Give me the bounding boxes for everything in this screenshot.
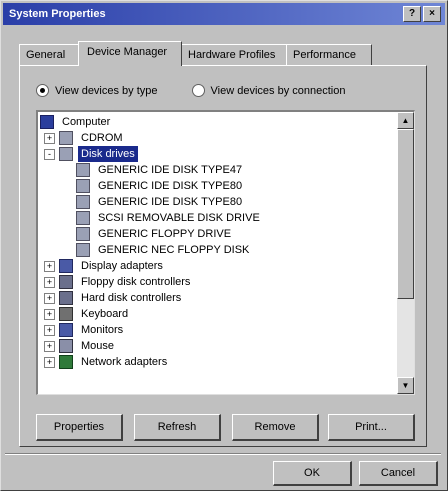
expand-icon[interactable]: + [44,132,55,144]
tree-item-hard-disk-controllers[interactable]: + Hard disk controllers [44,290,184,306]
tree-item-disk[interactable]: GENERIC NEC FLOPPY DISK [76,242,252,258]
scroll-up-icon[interactable]: ▲ [397,112,414,129]
keyboard-icon [59,307,73,321]
disk-drives-icon [59,147,73,161]
tree-item-network-adapters[interactable]: + Network adapters [44,354,170,370]
system-properties-window: System Properties ? × General Device Man… [0,0,448,491]
tree-item-label: Floppy disk controllers [81,276,191,288]
remove-button[interactable]: Remove [232,414,319,441]
refresh-button[interactable]: Refresh [134,414,221,441]
view-mode-group: View devices by type View devices by con… [36,84,345,97]
tree-item-label: Monitors [81,324,124,336]
expand-icon[interactable]: + [44,308,55,320]
tree-item-label: Network adapters [81,356,168,368]
tree-item-disk[interactable]: GENERIC IDE DISK TYPE80 [76,194,245,210]
tree-item-floppy-controllers[interactable]: + Floppy disk controllers [44,274,193,290]
help-button[interactable]: ? [403,6,421,22]
view-by-type-label: View devices by type [55,84,158,97]
drive-icon [76,243,90,257]
device-manager-panel: View devices by type View devices by con… [19,65,427,447]
drive-icon [76,195,90,209]
cdrom-icon [59,131,73,145]
tree-item-label: GENERIC FLOPPY DRIVE [98,228,232,240]
tree-item-label: GENERIC NEC FLOPPY DISK [98,244,250,256]
tree-item-cdrom[interactable]: + CDROM [44,130,126,146]
drive-icon [76,163,90,177]
tree-item-label: GENERIC IDE DISK TYPE80 [98,196,243,208]
bottom-divider [5,453,441,455]
expand-icon[interactable]: + [44,356,55,368]
tree-item-computer[interactable]: Computer [40,114,113,130]
tree-item-keyboard[interactable]: + Keyboard [44,306,131,322]
tree-item-disk[interactable]: GENERIC FLOPPY DRIVE [76,226,234,242]
expand-icon[interactable]: + [44,340,55,352]
properties-button[interactable]: Properties [36,414,123,441]
controller-icon [59,291,73,305]
title-bar[interactable]: System Properties ? × [3,3,445,25]
expand-icon[interactable]: + [44,292,55,304]
device-tree-list: Computer + CDROM - Disk drives GENERIC I… [38,112,397,394]
vertical-scrollbar[interactable]: ▲ ▼ [397,112,414,394]
scroll-thumb[interactable] [397,129,414,299]
print-button[interactable]: Print... [328,414,415,441]
drive-icon [76,227,90,241]
tree-item-disk-drives[interactable]: - Disk drives [44,146,138,162]
window-title: System Properties [9,8,106,20]
close-button[interactable]: × [423,6,441,22]
tree-item-label: Display adapters [81,260,163,272]
tree-item-display-adapters[interactable]: + Display adapters [44,258,166,274]
monitor-icon [59,323,73,337]
network-icon [59,355,73,369]
tree-item-disk[interactable]: GENERIC IDE DISK TYPE80 [76,178,245,194]
mouse-icon [59,339,73,353]
tab-strip: General Device Manager Hardware Profiles… [19,41,372,66]
tree-item-label: Mouse [81,340,115,352]
drive-icon [76,211,90,225]
tree-item-disk[interactable]: GENERIC IDE DISK TYPE47 [76,162,245,178]
controller-icon [59,275,73,289]
radio-unselected-icon [191,84,205,97]
scroll-down-icon[interactable]: ▼ [397,377,414,394]
radio-selected-icon [36,84,49,97]
ok-button[interactable]: OK [273,461,352,486]
tree-item-label: GENERIC IDE DISK TYPE80 [98,180,243,192]
display-icon [59,259,73,273]
device-tree[interactable]: Computer + CDROM - Disk drives GENERIC I… [36,110,415,395]
view-by-type-radio[interactable]: View devices by type [36,84,158,97]
expand-icon[interactable]: + [44,276,55,288]
tree-item-label: SCSI REMOVABLE DISK DRIVE [98,212,260,224]
tree-item-label: Disk drives [78,146,138,162]
title-buttons: ? × [403,6,441,22]
tree-item-label: CDROM [81,132,123,144]
computer-icon [40,115,54,129]
collapse-icon[interactable]: - [44,148,55,160]
tree-item-disk[interactable]: SCSI REMOVABLE DISK DRIVE [76,210,263,226]
expand-icon[interactable]: + [44,260,55,272]
expand-icon[interactable]: + [44,324,55,336]
tree-item-label: GENERIC IDE DISK TYPE47 [98,164,243,176]
drive-icon [76,179,90,193]
tree-item-mouse[interactable]: + Mouse [44,338,117,354]
view-by-connection-label: View devices by connection [210,84,346,97]
tree-item-label: Computer [62,116,111,128]
tab-hardware-profiles[interactable]: Hardware Profiles [181,44,287,65]
tab-general[interactable]: General [19,44,79,65]
tab-performance[interactable]: Performance [286,44,372,65]
tab-device-manager[interactable]: Device Manager [78,41,182,66]
tree-item-label: Hard disk controllers [81,292,182,304]
tree-item-monitors[interactable]: + Monitors [44,322,126,338]
tree-item-label: Keyboard [81,308,129,320]
view-by-connection-radio[interactable]: View devices by connection [191,84,346,97]
cancel-button[interactable]: Cancel [359,461,438,486]
